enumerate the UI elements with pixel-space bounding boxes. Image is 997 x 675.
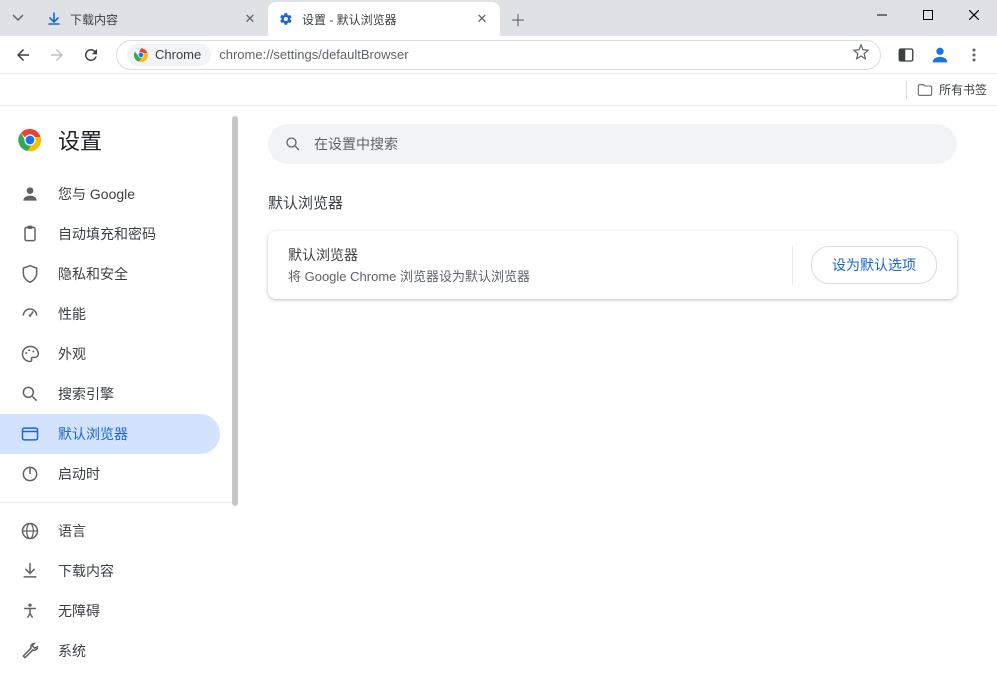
settings-search-input[interactable]: 在设置中搜索 xyxy=(268,124,957,164)
tab-title: 设置 - 默认浏览器 xyxy=(302,11,474,28)
download-icon xyxy=(20,561,40,581)
default-browser-card: 默认浏览器 将 Google Chrome 浏览器设为默认浏览器 设为默认选项 xyxy=(268,231,957,299)
palette-icon xyxy=(20,344,40,364)
titlebar: 下载内容 ✕ 设置 - 默认浏览器 ✕ ＋ xyxy=(0,0,997,36)
search-icon xyxy=(20,384,40,404)
side-panel-button[interactable] xyxy=(889,38,923,72)
site-chip: Chrome xyxy=(127,44,211,66)
bookmark-star-icon[interactable] xyxy=(852,43,870,66)
sidebar-item-label: 外观 xyxy=(58,344,86,364)
window-controls xyxy=(859,0,997,30)
sidebar-item-label: 默认浏览器 xyxy=(58,424,128,444)
close-window-button[interactable] xyxy=(951,0,997,30)
divider xyxy=(792,245,793,285)
tab-settings[interactable]: 设置 - 默认浏览器 ✕ xyxy=(268,2,500,36)
sidebar-item-on-startup[interactable]: 启动时 xyxy=(0,454,220,494)
download-icon xyxy=(46,11,62,27)
sidebar-item-you-and-google[interactable]: 您与 Google xyxy=(0,174,220,214)
sidebar-item-autofill[interactable]: 自动填充和密码 xyxy=(0,214,220,254)
window-icon xyxy=(20,424,40,444)
settings-main: 在设置中搜索 默认浏览器 默认浏览器 将 Google Chrome 浏览器设为… xyxy=(238,106,997,675)
close-icon[interactable]: ✕ xyxy=(242,11,258,27)
section-title: 默认浏览器 xyxy=(268,192,957,213)
reload-button[interactable] xyxy=(74,38,108,72)
sidebar-item-appearance[interactable]: 外观 xyxy=(0,334,220,374)
sidebar-item-label: 无障碍 xyxy=(58,601,100,621)
card-title: 默认浏览器 xyxy=(288,245,530,266)
sidebar-item-label: 您与 Google xyxy=(58,184,135,204)
make-default-button[interactable]: 设为默认选项 xyxy=(811,246,937,284)
all-bookmarks-label: 所有书签 xyxy=(939,81,987,98)
chrome-icon xyxy=(133,47,149,63)
all-bookmarks-button[interactable]: 所有书签 xyxy=(917,81,987,98)
tab-search-button[interactable] xyxy=(0,0,36,36)
sidebar-item-languages[interactable]: 语言 xyxy=(0,511,220,551)
folder-icon xyxy=(917,82,933,98)
sidebar-item-label: 系统 xyxy=(58,641,86,661)
accessibility-icon xyxy=(20,601,40,621)
close-icon[interactable]: ✕ xyxy=(474,11,490,27)
bookmarks-bar: 所有书签 xyxy=(0,74,997,106)
sidebar-title: 设置 xyxy=(58,124,102,156)
sidebar-item-label: 启动时 xyxy=(58,464,100,484)
sidebar-scrollbar[interactable] xyxy=(232,106,238,675)
divider xyxy=(906,81,907,99)
speed-icon xyxy=(20,304,40,324)
omnibox[interactable]: Chrome chrome://settings/defaultBrowser xyxy=(116,40,881,70)
sidebar-item-default-browser[interactable]: 默认浏览器 xyxy=(0,414,220,454)
forward-button[interactable] xyxy=(40,38,74,72)
gear-icon xyxy=(278,11,294,27)
card-subtitle: 将 Google Chrome 浏览器设为默认浏览器 xyxy=(288,266,530,285)
search-icon xyxy=(284,135,302,153)
minimize-button[interactable] xyxy=(859,0,905,30)
maximize-button[interactable] xyxy=(905,0,951,30)
person-icon xyxy=(20,184,40,204)
menu-button[interactable] xyxy=(957,38,991,72)
wrench-icon xyxy=(20,641,40,661)
new-tab-button[interactable]: ＋ xyxy=(504,5,532,33)
tab-strip: 下载内容 ✕ 设置 - 默认浏览器 ✕ ＋ xyxy=(36,2,532,36)
divider xyxy=(0,502,232,503)
tab-title: 下载内容 xyxy=(70,11,242,28)
sidebar-item-label: 性能 xyxy=(58,304,86,324)
sidebar-header: 设置 xyxy=(0,124,232,174)
settings-page: 设置 您与 Google 自动填充和密码 隐私和安全 性能 外观 xyxy=(0,106,997,675)
globe-icon xyxy=(20,521,40,541)
clipboard-icon xyxy=(20,224,40,244)
shield-icon xyxy=(20,264,40,284)
search-placeholder: 在设置中搜索 xyxy=(314,134,398,154)
sidebar-item-label: 自动填充和密码 xyxy=(58,224,156,244)
sidebar-item-system[interactable]: 系统 xyxy=(0,631,220,671)
chip-label: Chrome xyxy=(155,47,201,62)
sidebar-item-performance[interactable]: 性能 xyxy=(0,294,220,334)
settings-sidebar: 设置 您与 Google 自动填充和密码 隐私和安全 性能 外观 xyxy=(0,106,232,675)
sidebar-item-privacy[interactable]: 隐私和安全 xyxy=(0,254,220,294)
sidebar-item-downloads[interactable]: 下载内容 xyxy=(0,551,220,591)
scrollbar-thumb[interactable] xyxy=(232,116,238,506)
url-text: chrome://settings/defaultBrowser xyxy=(219,47,852,62)
toolbar: Chrome chrome://settings/defaultBrowser xyxy=(0,36,997,74)
sidebar-item-label: 语言 xyxy=(58,521,86,541)
profile-button[interactable] xyxy=(923,38,957,72)
sidebar-item-label: 隐私和安全 xyxy=(58,264,128,284)
back-button[interactable] xyxy=(6,38,40,72)
chrome-logo-icon xyxy=(18,128,42,152)
power-icon xyxy=(20,464,40,484)
sidebar-item-label: 搜索引擎 xyxy=(58,384,114,404)
sidebar-item-label: 下载内容 xyxy=(58,561,114,581)
tab-downloads[interactable]: 下载内容 ✕ xyxy=(36,2,268,36)
chevron-down-icon xyxy=(12,12,24,24)
sidebar-item-accessibility[interactable]: 无障碍 xyxy=(0,591,220,631)
sidebar-item-search-engine[interactable]: 搜索引擎 xyxy=(0,374,220,414)
